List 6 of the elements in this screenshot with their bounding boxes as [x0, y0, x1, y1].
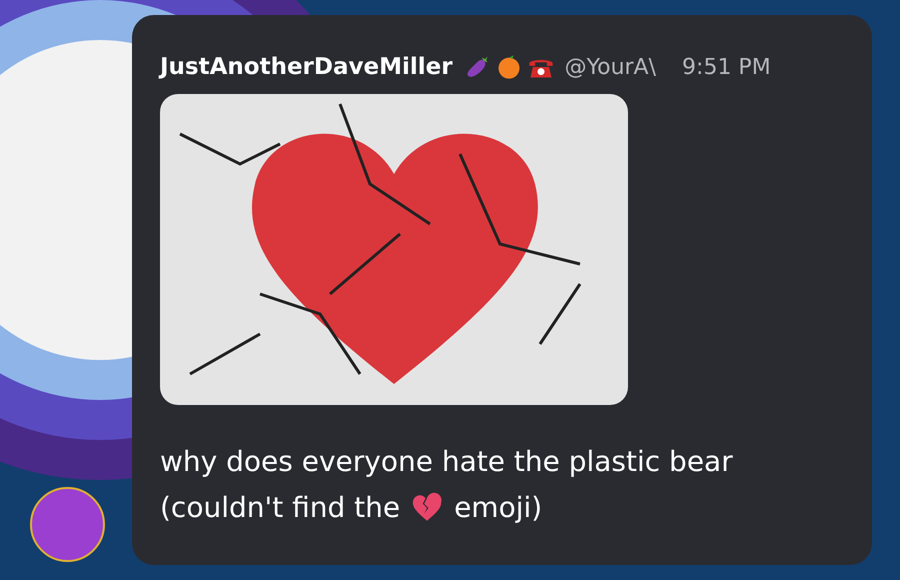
- message-text: emoji): [454, 490, 542, 526]
- user-handle[interactable]: @YourA\: [564, 54, 656, 80]
- author-name[interactable]: JustAnotherDaveMiller: [160, 54, 453, 80]
- message-text: why does everyone hate the plastic bear: [160, 444, 734, 480]
- message-text: (couldn't find the: [160, 490, 400, 526]
- timestamp: 9:51 PM: [682, 54, 771, 80]
